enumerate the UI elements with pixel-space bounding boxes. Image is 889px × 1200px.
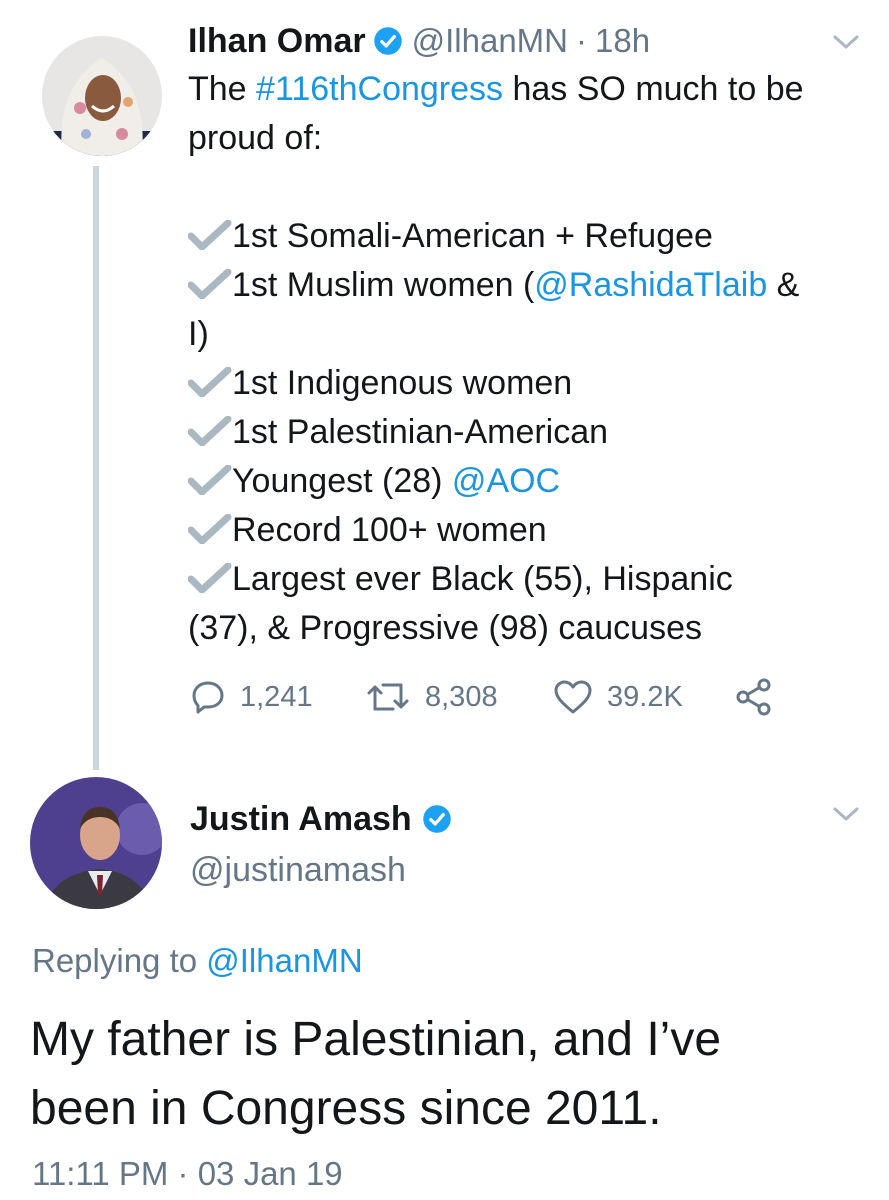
- author-name[interactable]: Ilhan Omar: [188, 21, 366, 61]
- like-count: 39.2K: [607, 680, 683, 713]
- verified-badge-icon: [422, 804, 452, 834]
- checkmark-icon: [188, 511, 232, 549]
- list-item-text: 1st Somali-American + Refugee: [232, 217, 713, 255]
- body-line: proud of:: [188, 119, 323, 157]
- replying-label: Replying to: [32, 942, 207, 979]
- like-button[interactable]: 39.2K: [553, 675, 683, 719]
- list-item: 1st Palestinian-American: [188, 408, 868, 457]
- checkmark-icon: [188, 462, 232, 500]
- list-item-text: 1st Indigenous women: [232, 364, 573, 402]
- verified-badge-icon: [373, 26, 403, 56]
- body-text: has SO much to be: [503, 70, 804, 108]
- retweet-button[interactable]: 8,308: [365, 675, 498, 719]
- like-icon: [553, 679, 607, 715]
- replying-handle-link[interactable]: @IlhanMN: [206, 942, 362, 979]
- list-item-text: 1st Palestinian-American: [232, 413, 609, 451]
- chevron-down-icon[interactable]: [833, 806, 859, 827]
- retweet-icon: [365, 679, 425, 715]
- chevron-down-icon[interactable]: [833, 34, 859, 55]
- tweet-timestamp[interactable]: 11:11 PM · 03 Jan 19: [32, 1154, 343, 1194]
- reply-icon: [190, 679, 240, 715]
- tweet2-body: My father is Palestinian, and I’ve been …: [30, 1005, 721, 1143]
- checkmark-icon: [188, 413, 232, 451]
- meta-separator: ·: [576, 22, 587, 59]
- tweet2-header: Justin Amash: [190, 799, 452, 839]
- list-item: 1st Somali-American + Refugee: [188, 212, 868, 261]
- list-item: Youngest (28) @AOC: [188, 457, 868, 506]
- author-name[interactable]: Justin Amash: [190, 799, 412, 839]
- body-text: The: [188, 70, 257, 108]
- author-handle[interactable]: @justinamash: [190, 850, 406, 890]
- checkmark-icon: [188, 217, 232, 255]
- mention-link[interactable]: @RashidaTlaib: [534, 266, 767, 304]
- meta-separator: ·: [177, 1155, 189, 1192]
- list-item-continuation: (37), & Progressive (98) caucuses: [188, 609, 702, 647]
- hashtag-link[interactable]: #116thCongress: [256, 70, 503, 108]
- list-item: 1st Muslim women (@RashidaTlaib &: [188, 261, 868, 310]
- list-item-text: &: [767, 266, 800, 304]
- checkmark-icon: [188, 364, 232, 402]
- checkmark-icon: [188, 560, 232, 598]
- tweet-time[interactable]: 18h: [595, 22, 650, 60]
- checkmark-icon: [188, 266, 232, 304]
- list-item-text: 1st Muslim women (: [232, 266, 535, 304]
- replying-to: Replying to @IlhanMN: [32, 941, 363, 981]
- tweet1-header: Ilhan Omar @IlhanMN · 18h: [188, 21, 650, 61]
- avatar-ilhan-omar[interactable]: [42, 36, 162, 156]
- share-icon[interactable]: [734, 678, 774, 721]
- body-line: My father is Palestinian, and I’ve: [30, 1013, 722, 1066]
- list-item-text: Largest ever Black (55), Hispanic: [232, 560, 733, 598]
- list-item-text: Record 100+ women: [232, 511, 547, 549]
- body-line: been in Congress since 2011.: [30, 1082, 662, 1135]
- reply-button[interactable]: 1,241: [190, 675, 313, 719]
- timestamp-time: 11:11 PM: [32, 1155, 169, 1192]
- list-item-continuation: I): [188, 315, 209, 353]
- tweet1-body: The #116thCongress has SO much to be pro…: [188, 65, 868, 653]
- reply-count: 1,241: [240, 680, 313, 713]
- list-item: Largest ever Black (55), Hispanic: [188, 555, 868, 604]
- avatar-justin-amash[interactable]: [30, 777, 162, 909]
- retweet-count: 8,308: [425, 680, 498, 713]
- list-item: 1st Indigenous women: [188, 359, 868, 408]
- author-handle[interactable]: @IlhanMN: [412, 22, 568, 60]
- body-line: The #116thCongress has SO much to be: [188, 65, 868, 114]
- list-item-text: Youngest (28): [232, 462, 452, 500]
- list-item: Record 100+ women: [188, 506, 868, 555]
- timestamp-date: 03 Jan 19: [197, 1155, 343, 1192]
- mention-link[interactable]: @AOC: [452, 462, 560, 500]
- thread-connector-line: [93, 166, 99, 770]
